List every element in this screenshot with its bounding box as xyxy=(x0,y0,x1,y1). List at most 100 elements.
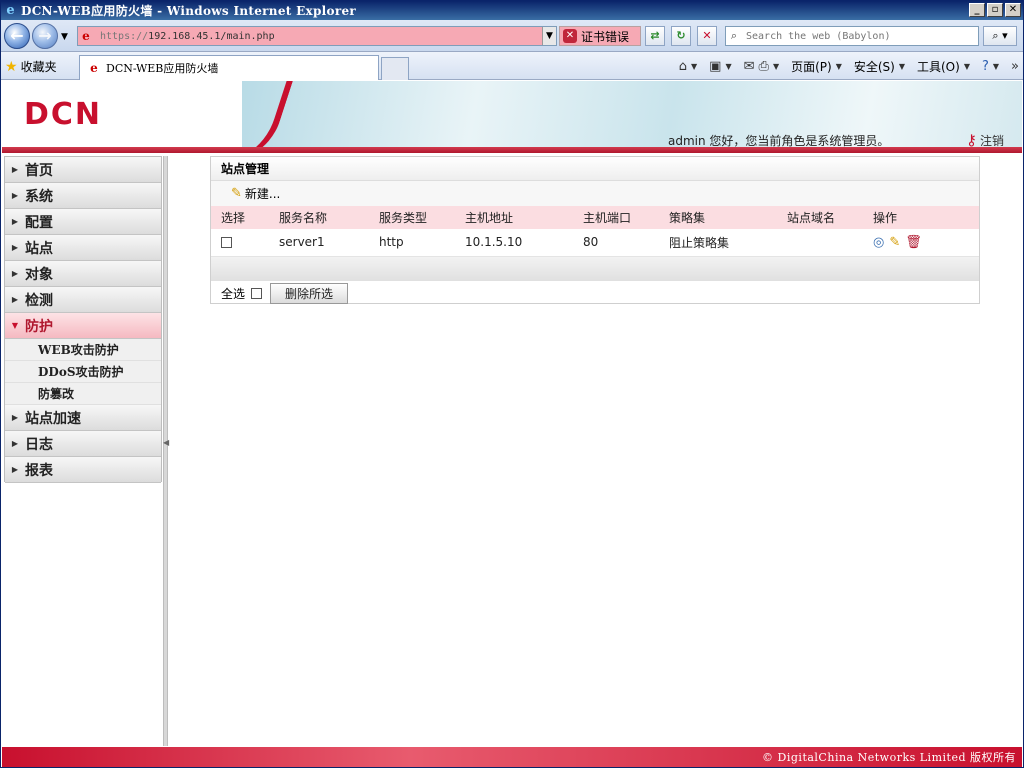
menu-label: 防护 xyxy=(25,318,53,335)
delete-trash-icon[interactable]: 🗑 xyxy=(905,235,922,250)
submenu-label: 攻击防护 xyxy=(75,365,124,379)
welcome-text: admin 您好，您当前角色是系统管理员。 xyxy=(668,134,890,147)
logout-link[interactable]: ⚷ 注销 xyxy=(966,131,1004,147)
print-dropdown-icon[interactable]: ▼ xyxy=(773,62,779,71)
home-icon[interactable]: ⌂ xyxy=(679,59,687,74)
dcn-logo: DCN xyxy=(24,97,103,132)
triangle-down-icon: ▼ xyxy=(11,321,19,330)
header-divider xyxy=(2,147,1022,153)
table-row: server1 http 10.1.5.10 80 阻止策略集 ◎ ✎ 🗑 xyxy=(211,229,979,257)
sidebar-item-config[interactable]: ▶ 配置 xyxy=(5,209,161,235)
menu-label: 站点 xyxy=(25,240,53,257)
triangle-right-icon: ▶ xyxy=(11,269,19,278)
edit-icon[interactable]: ✎ xyxy=(889,235,900,250)
ie-window: e DCN-WEB应用防火墙 - Windows Internet Explor… xyxy=(0,0,1024,768)
sidebar-item-protection[interactable]: ▼ 防护 xyxy=(5,313,161,339)
menu-label: 报表 xyxy=(25,462,53,479)
feeds-dropdown-icon[interactable]: ▼ xyxy=(725,62,731,71)
submenu-anti-tamper[interactable]: 防篡改 xyxy=(5,383,161,405)
submenu-label-prefix: WEB xyxy=(38,342,71,357)
sidebar-item-detection[interactable]: ▶ 检测 xyxy=(5,287,161,313)
stop-icon[interactable]: ✕ xyxy=(697,26,717,46)
col-service-name: 服务名称 xyxy=(269,206,369,229)
forward-arrow-icon[interactable]: → xyxy=(32,23,58,49)
copyright-text: © DigitalChina Networks Limited 版权所有 xyxy=(762,751,1016,764)
favorites-bar: ★ 收藏夹 e DCN-WEB应用防火墙 ⌂ ▼ ▣ ▼ ✉ ⎙ ▼ 页面(P) ▼ 安… xyxy=(1,52,1023,80)
table-spacer-band xyxy=(211,256,979,281)
certificate-error-button[interactable]: ✕ 证书错误 xyxy=(559,26,641,46)
feeds-icon[interactable]: ▣ xyxy=(709,59,721,74)
menu-label: 检测 xyxy=(25,292,53,309)
print-icon[interactable]: ⎙ xyxy=(759,59,769,74)
refresh-icon[interactable]: ↻ xyxy=(671,26,691,46)
more-chevron-icon[interactable]: » xyxy=(1011,59,1019,74)
col-policy-set: 策略集 xyxy=(659,206,777,229)
col-host-address: 主机地址 xyxy=(455,206,573,229)
sidebar-item-object[interactable]: ▶ 对象 xyxy=(5,261,161,287)
sidebar-item-logs[interactable]: ▶ 日志 xyxy=(5,431,161,457)
back-arrow-icon[interactable]: ← xyxy=(4,23,30,49)
history-dropdown-icon[interactable]: ▼ xyxy=(61,32,68,42)
sidebar-item-system[interactable]: ▶ 系统 xyxy=(5,183,161,209)
triangle-right-icon: ▶ xyxy=(11,295,19,304)
cell-domain xyxy=(777,229,863,257)
compatibility-icon[interactable]: ⇄ xyxy=(645,26,665,46)
sidebar-item-site[interactable]: ▶ 站点 xyxy=(5,235,161,261)
tools-dropdown-icon[interactable]: ▼ xyxy=(964,62,970,71)
row-checkbox[interactable] xyxy=(221,237,232,249)
command-bar: ⌂ ▼ ▣ ▼ ✉ ⎙ ▼ 页面(P) ▼ 安全(S) ▼ 工具(O) ▼ ? ▼ » xyxy=(679,56,1019,76)
address-dropdown-icon[interactable]: ▼ xyxy=(542,27,556,45)
view-icon[interactable]: ◎ xyxy=(873,235,884,250)
page-footer: © DigitalChina Networks Limited 版权所有 xyxy=(2,747,1022,767)
submenu-ddos-protection[interactable]: DDoS 攻击防护 xyxy=(5,361,161,383)
page-menu[interactable]: 页面(P) xyxy=(791,58,832,75)
favorites-label: 收藏夹 xyxy=(20,60,57,74)
favorites-button[interactable]: ★ 收藏夹 xyxy=(5,58,57,75)
sidebar-item-home[interactable]: ▶ 首页 xyxy=(5,157,161,183)
triangle-right-icon: ▶ xyxy=(11,217,19,226)
address-bar[interactable]: e https://192.168.45.1/main.php ▼ xyxy=(77,26,557,46)
sidebar-splitter[interactable]: ◀ xyxy=(163,156,169,746)
tools-menu[interactable]: 工具(O) xyxy=(917,58,960,75)
logout-label: 注销 xyxy=(980,133,1005,148)
browser-tab[interactable]: e DCN-WEB应用防火墙 xyxy=(79,55,379,80)
col-site-domain: 站点域名 xyxy=(777,206,863,229)
delete-selected-button[interactable]: 删除所选 xyxy=(270,283,349,304)
submenu-label: 防篡改 xyxy=(38,387,75,401)
window-controls: _ ▫ ✕ xyxy=(969,3,1021,17)
search-input[interactable] xyxy=(742,30,972,42)
new-edit-icon[interactable]: ✎ xyxy=(231,186,242,201)
triangle-right-icon: ▶ xyxy=(11,413,19,422)
submenu-web-attack-protection[interactable]: WEB 攻击防护 xyxy=(5,339,161,361)
home-dropdown-icon[interactable]: ▼ xyxy=(691,62,697,71)
tab-favicon-icon: e xyxy=(90,61,98,75)
triangle-right-icon: ▶ xyxy=(11,243,19,252)
help-dropdown-icon[interactable]: ▼ xyxy=(993,62,999,71)
address-url[interactable]: https://192.168.45.1/main.php xyxy=(94,31,542,42)
collapse-arrow-icon[interactable]: ◀ xyxy=(163,436,169,450)
search-box[interactable]: ⌕ xyxy=(725,26,979,46)
col-select: 选择 xyxy=(211,206,269,229)
help-icon[interactable]: ? xyxy=(982,59,989,74)
page-dropdown-icon[interactable]: ▼ xyxy=(836,62,842,71)
new-button[interactable]: 新建... xyxy=(245,185,280,202)
mail-icon[interactable]: ✉ xyxy=(744,59,755,74)
page-header: DCN admin 您好，您当前角色是系统管理员。 ⚷ 注销 xyxy=(2,81,1022,147)
sidebar-item-acceleration[interactable]: ▶ 站点加速 xyxy=(5,405,161,431)
menu-label: 对象 xyxy=(25,266,53,283)
panel-title: 站点管理 xyxy=(211,157,979,181)
triangle-right-icon: ▶ xyxy=(11,165,19,174)
close-button[interactable]: ✕ xyxy=(1005,3,1021,17)
star-icon: ★ xyxy=(5,58,18,75)
maximize-button[interactable]: ▫ xyxy=(987,3,1003,17)
new-tab-button[interactable] xyxy=(381,57,409,80)
header-background xyxy=(242,81,1022,147)
minimize-button[interactable]: _ xyxy=(969,3,985,17)
safety-menu[interactable]: 安全(S) xyxy=(854,58,895,75)
col-actions: 操作 xyxy=(863,206,979,229)
search-go-button[interactable]: ⌕ ▾ xyxy=(983,26,1017,46)
sidebar-item-reports[interactable]: ▶ 报表 xyxy=(5,457,161,483)
select-all-checkbox[interactable] xyxy=(251,288,263,299)
safety-dropdown-icon[interactable]: ▼ xyxy=(899,62,905,71)
site-table: 选择 服务名称 服务类型 主机地址 主机端口 策略集 站点域名 操作 serve… xyxy=(211,206,979,257)
